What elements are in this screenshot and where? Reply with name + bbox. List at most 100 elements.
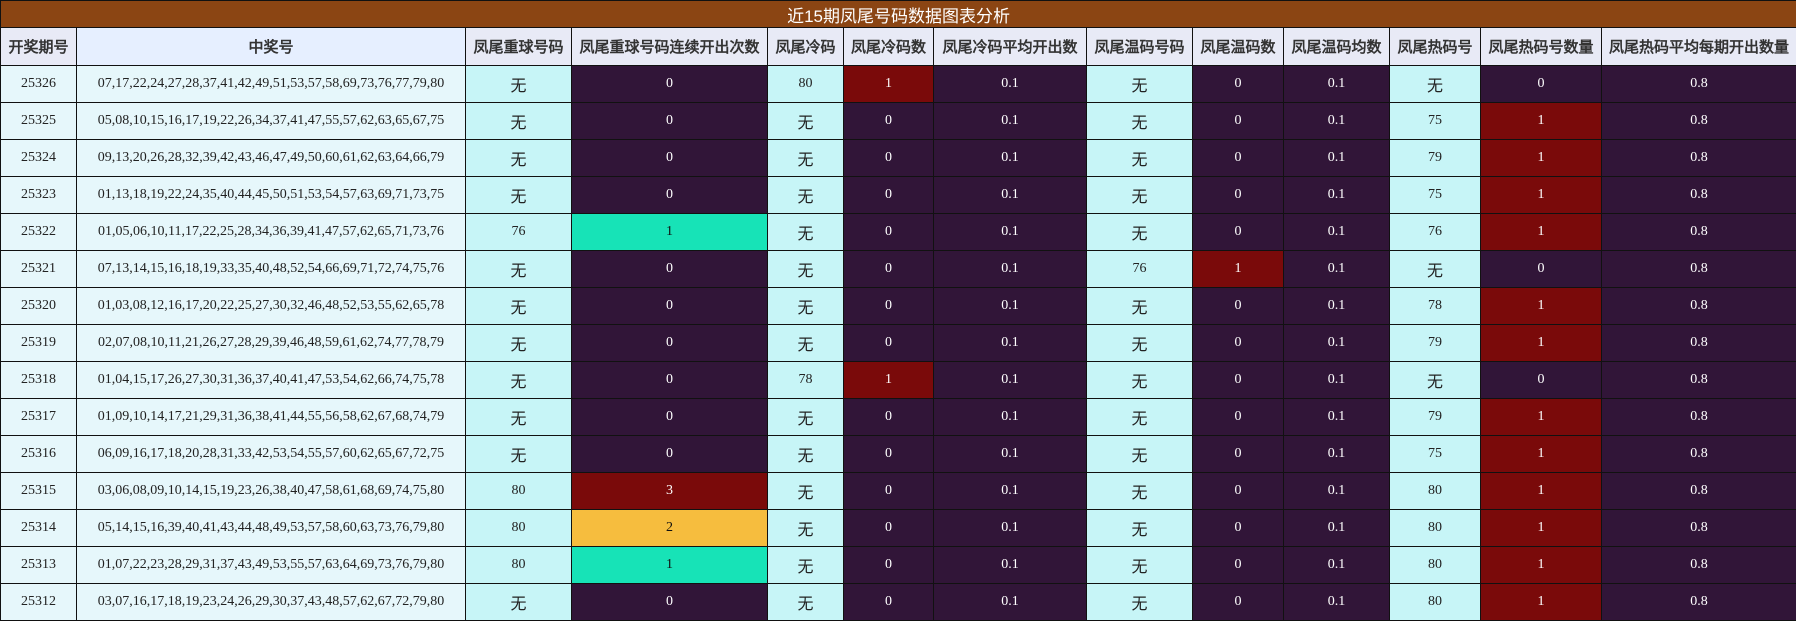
hot-avg-cell: 0.8 bbox=[1602, 510, 1796, 547]
header-warm-count: 凤尾温码数 bbox=[1193, 28, 1284, 66]
warm-avg-cell: 0.1 bbox=[1284, 325, 1390, 362]
cold-count-cell: 0 bbox=[844, 103, 934, 140]
warm-count-cell: 0 bbox=[1193, 362, 1284, 399]
hot-count-cell: 1 bbox=[1481, 510, 1602, 547]
hot-avg-cell: 0.8 bbox=[1602, 66, 1796, 103]
warm-cell: 无 bbox=[1087, 473, 1193, 510]
repeat-count-cell: 3 bbox=[572, 473, 768, 510]
numbers-cell: 01,05,06,10,11,17,22,25,28,34,36,39,41,4… bbox=[77, 214, 466, 251]
header-warm-avg: 凤尾温码均数 bbox=[1284, 28, 1390, 66]
header-repeat: 凤尾重球号码 bbox=[466, 28, 572, 66]
warm-count-cell: 0 bbox=[1193, 288, 1284, 325]
cold-count-cell: 0 bbox=[844, 288, 934, 325]
cold-cell: 无 bbox=[768, 140, 844, 177]
warm-avg-cell: 0.1 bbox=[1284, 510, 1390, 547]
hot-cell: 76 bbox=[1390, 214, 1481, 251]
cold-count-cell: 1 bbox=[844, 362, 934, 399]
warm-avg-cell: 0.1 bbox=[1284, 547, 1390, 584]
numbers-cell: 01,09,10,14,17,21,29,31,36,38,41,44,55,5… bbox=[77, 399, 466, 436]
hot-cell: 79 bbox=[1390, 325, 1481, 362]
header-warm: 凤尾温码号码 bbox=[1087, 28, 1193, 66]
hot-count-cell: 1 bbox=[1481, 214, 1602, 251]
hot-count-cell: 1 bbox=[1481, 325, 1602, 362]
repeat-count-cell: 1 bbox=[572, 547, 768, 584]
numbers-cell: 09,13,20,26,28,32,39,42,43,46,47,49,50,6… bbox=[77, 140, 466, 177]
warm-cell: 无 bbox=[1087, 103, 1193, 140]
issue-cell: 25314 bbox=[1, 510, 77, 547]
cold-avg-cell: 0.1 bbox=[934, 214, 1087, 251]
cold-count-cell: 0 bbox=[844, 473, 934, 510]
hot-cell: 78 bbox=[1390, 288, 1481, 325]
issue-cell: 25317 bbox=[1, 399, 77, 436]
warm-count-cell: 0 bbox=[1193, 177, 1284, 214]
hot-avg-cell: 0.8 bbox=[1602, 362, 1796, 399]
repeat-cell: 无 bbox=[466, 103, 572, 140]
cold-count-cell: 0 bbox=[844, 251, 934, 288]
warm-cell: 无 bbox=[1087, 436, 1193, 473]
issue-cell: 25321 bbox=[1, 251, 77, 288]
warm-count-cell: 0 bbox=[1193, 325, 1284, 362]
warm-cell: 无 bbox=[1087, 66, 1193, 103]
hot-count-cell: 0 bbox=[1481, 362, 1602, 399]
hot-avg-cell: 0.8 bbox=[1602, 251, 1796, 288]
repeat-cell: 无 bbox=[466, 66, 572, 103]
table-row: 2532001,03,08,12,16,17,20,22,25,27,30,32… bbox=[1, 288, 1796, 325]
issue-cell: 25315 bbox=[1, 473, 77, 510]
cold-cell: 无 bbox=[768, 547, 844, 584]
header-cold: 凤尾冷码 bbox=[768, 28, 844, 66]
header-hot: 凤尾热码号 bbox=[1390, 28, 1481, 66]
table-row: 2531405,14,15,16,39,40,41,43,44,48,49,53… bbox=[1, 510, 1796, 547]
issue-cell: 25318 bbox=[1, 362, 77, 399]
cold-count-cell: 0 bbox=[844, 510, 934, 547]
cold-cell: 无 bbox=[768, 214, 844, 251]
numbers-cell: 01,13,18,19,22,24,35,40,44,45,50,51,53,5… bbox=[77, 177, 466, 214]
repeat-count-cell: 0 bbox=[572, 177, 768, 214]
hot-cell: 75 bbox=[1390, 436, 1481, 473]
warm-count-cell: 0 bbox=[1193, 510, 1284, 547]
table-row: 2531606,09,16,17,18,20,28,31,33,42,53,54… bbox=[1, 436, 1796, 473]
numbers-cell: 07,13,14,15,16,18,19,33,35,40,48,52,54,6… bbox=[77, 251, 466, 288]
header-row: 开奖期号中奖号凤尾重球号码凤尾重球号码连续开出次数凤尾冷码凤尾冷码数凤尾冷码平均… bbox=[1, 28, 1796, 66]
hot-count-cell: 1 bbox=[1481, 547, 1602, 584]
repeat-count-cell: 0 bbox=[572, 362, 768, 399]
hot-cell: 79 bbox=[1390, 140, 1481, 177]
warm-cell: 无 bbox=[1087, 140, 1193, 177]
cold-cell: 80 bbox=[768, 66, 844, 103]
hot-cell: 无 bbox=[1390, 66, 1481, 103]
warm-count-cell: 1 bbox=[1193, 251, 1284, 288]
cold-avg-cell: 0.1 bbox=[934, 547, 1087, 584]
cold-cell: 无 bbox=[768, 436, 844, 473]
header-issue: 开奖期号 bbox=[1, 28, 77, 66]
repeat-cell: 76 bbox=[466, 214, 572, 251]
repeat-count-cell: 0 bbox=[572, 436, 768, 473]
table-row: 2532409,13,20,26,28,32,39,42,43,46,47,49… bbox=[1, 140, 1796, 177]
cold-avg-cell: 0.1 bbox=[934, 66, 1087, 103]
cold-avg-cell: 0.1 bbox=[934, 510, 1087, 547]
repeat-cell: 无 bbox=[466, 177, 572, 214]
hot-avg-cell: 0.8 bbox=[1602, 214, 1796, 251]
hot-cell: 75 bbox=[1390, 103, 1481, 140]
cold-cell: 无 bbox=[768, 584, 844, 621]
hot-count-cell: 1 bbox=[1481, 288, 1602, 325]
issue-cell: 25316 bbox=[1, 436, 77, 473]
analysis-table: 近15期凤尾号码数据图表分析 开奖期号中奖号凤尾重球号码凤尾重球号码连续开出次数… bbox=[0, 0, 1796, 621]
warm-avg-cell: 0.1 bbox=[1284, 473, 1390, 510]
header-hot-avg: 凤尾热码平均每期开出数量 bbox=[1602, 28, 1796, 66]
cold-count-cell: 0 bbox=[844, 325, 934, 362]
hot-avg-cell: 0.8 bbox=[1602, 325, 1796, 362]
repeat-cell: 80 bbox=[466, 547, 572, 584]
cold-cell: 78 bbox=[768, 362, 844, 399]
repeat-cell: 无 bbox=[466, 584, 572, 621]
hot-cell: 75 bbox=[1390, 177, 1481, 214]
issue-cell: 25313 bbox=[1, 547, 77, 584]
header-repeat-count: 凤尾重球号码连续开出次数 bbox=[572, 28, 768, 66]
hot-avg-cell: 0.8 bbox=[1602, 436, 1796, 473]
repeat-cell: 无 bbox=[466, 140, 572, 177]
issue-cell: 25322 bbox=[1, 214, 77, 251]
issue-cell: 25312 bbox=[1, 584, 77, 621]
table-row: 2531203,07,16,17,18,19,23,24,26,29,30,37… bbox=[1, 584, 1796, 621]
numbers-cell: 01,04,15,17,26,27,30,31,36,37,40,41,47,5… bbox=[77, 362, 466, 399]
hot-cell: 80 bbox=[1390, 473, 1481, 510]
cold-cell: 无 bbox=[768, 103, 844, 140]
numbers-cell: 05,08,10,15,16,17,19,22,26,34,37,41,47,5… bbox=[77, 103, 466, 140]
